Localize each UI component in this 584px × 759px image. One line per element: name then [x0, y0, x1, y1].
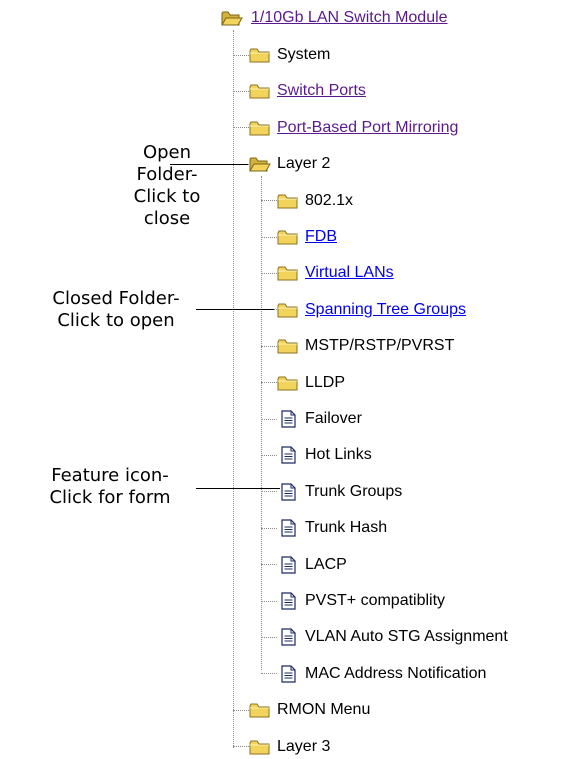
- tree-branch-line: [233, 127, 249, 129]
- tree-item-trunk-hash[interactable]: Trunk Hash: [261, 516, 387, 540]
- document-icon[interactable]: [277, 483, 299, 501]
- tree-branch-line: [233, 746, 249, 748]
- tree-item-label[interactable]: 802.1x: [305, 192, 353, 210]
- tree-item-trunk-groups[interactable]: Trunk Groups: [261, 480, 402, 504]
- callout-feature-icon-line2: Click for form: [49, 487, 171, 508]
- folder-icon[interactable]: [249, 738, 271, 756]
- tree-item-label[interactable]: FDB: [305, 228, 337, 246]
- callout-open-folder-pointer: [170, 164, 248, 165]
- document-icon[interactable]: [277, 555, 299, 574]
- tree-item-lacp[interactable]: LACP: [261, 553, 347, 577]
- tree-item-label[interactable]: System: [277, 46, 330, 64]
- folder-icon[interactable]: [277, 374, 299, 392]
- tree-item-mac-address-notification[interactable]: MAC Address Notification: [261, 662, 486, 686]
- tree-branch-line: [261, 491, 277, 493]
- tree-item-label[interactable]: Hot Links: [305, 446, 372, 464]
- tree-item-label[interactable]: Trunk Groups: [305, 483, 402, 501]
- folder-icon[interactable]: [277, 228, 299, 246]
- tree-item-rmon-menu[interactable]: RMON Menu: [233, 698, 370, 722]
- tree-branch-line: [261, 345, 277, 347]
- tree-item-label[interactable]: MAC Address Notification: [305, 665, 486, 683]
- tree-branch-line: [261, 454, 277, 456]
- callout-feature-icon-line1: Feature icon-: [51, 465, 169, 486]
- callout-feature-icon-pointer: [196, 488, 280, 489]
- folder-icon[interactable]: [249, 82, 271, 100]
- tree-item-label[interactable]: Virtual LANs: [305, 264, 394, 282]
- tree-branch-line: [261, 236, 277, 238]
- tree-item-port-based-port-mirroring[interactable]: Port-Based Port Mirroring: [233, 116, 458, 140]
- tree-root-label[interactable]: 1/10Gb LAN Switch Module: [251, 9, 448, 27]
- callout-open-folder: Open Folder- Click to close: [116, 142, 218, 230]
- tree-item-label[interactable]: VLAN Auto STG Assignment: [305, 628, 508, 646]
- callout-closed-folder-line2: Click to open: [57, 310, 175, 331]
- tree-item-802-1x[interactable]: 802.1x: [261, 189, 353, 213]
- folder-icon[interactable]: [249, 46, 271, 64]
- folder-icon[interactable]: [277, 301, 299, 319]
- document-icon[interactable]: [277, 446, 299, 464]
- folder-icon[interactable]: [277, 192, 299, 210]
- tree-branch-line: [261, 382, 277, 384]
- tree-item-mstp-rstp-pvrst[interactable]: MSTP/RSTP/PVRST: [261, 334, 454, 358]
- folder-icon[interactable]: [249, 701, 271, 719]
- tree-item-failover[interactable]: Failover: [261, 407, 362, 431]
- document-icon[interactable]: [277, 628, 299, 646]
- tree-item-virtual-lans[interactable]: Virtual LANs: [261, 261, 394, 285]
- tree-item-hot-links[interactable]: Hot Links: [261, 443, 372, 467]
- tree-item-label[interactable]: Switch Ports: [277, 82, 366, 100]
- tree-item-label[interactable]: Failover: [305, 410, 362, 428]
- callout-closed-folder-pointer: [196, 309, 274, 310]
- document-icon[interactable]: [277, 665, 299, 683]
- tree-item-label[interactable]: Spanning Tree Groups: [305, 301, 466, 319]
- tree-item-label[interactable]: PVST+ compatiblity: [305, 592, 445, 610]
- tree-item-switch-ports[interactable]: Switch Ports: [233, 79, 366, 103]
- callout-closed-folder: Closed Folder- Click to open: [36, 288, 196, 332]
- tree-branch-line: [233, 54, 249, 56]
- document-icon[interactable]: [277, 410, 299, 428]
- tree-root[interactable]: 1/10Gb LAN Switch Module: [221, 6, 448, 30]
- tree-branch-line: [261, 564, 277, 566]
- callout-feature-icon: Feature icon- Click for form: [30, 465, 190, 509]
- tree-branch-line: [261, 272, 277, 274]
- tree-item-label[interactable]: Trunk Hash: [305, 519, 387, 537]
- tree-branch-line: [261, 636, 277, 638]
- folder-icon[interactable]: [249, 119, 271, 137]
- tree-item-lldp[interactable]: LLDP: [261, 371, 345, 395]
- tree-item-label[interactable]: Port-Based Port Mirroring: [277, 119, 458, 137]
- folder-icon[interactable]: [277, 337, 299, 355]
- tree-branch-line: [261, 418, 277, 420]
- tree-item-label[interactable]: Layer 3: [277, 738, 330, 756]
- document-icon[interactable]: [277, 519, 299, 537]
- callout-closed-folder-line1: Closed Folder-: [52, 288, 180, 309]
- open-folder-icon[interactable]: [249, 155, 271, 173]
- tree-item-label[interactable]: RMON Menu: [277, 701, 370, 719]
- tree-branch-line: [233, 90, 249, 92]
- tree-branch-line: [261, 527, 277, 529]
- document-icon[interactable]: [277, 592, 299, 610]
- open-folder-icon: [221, 11, 243, 26]
- tree-item-pvst-compatiblity[interactable]: PVST+ compatiblity: [261, 589, 445, 613]
- tree-item-fdb[interactable]: FDB: [261, 225, 337, 249]
- tree-branch-line: [261, 600, 277, 602]
- folder-icon[interactable]: [277, 264, 299, 282]
- tree-item-spanning-tree-groups[interactable]: Spanning Tree Groups: [261, 298, 466, 322]
- tree-branch-line: [261, 673, 277, 675]
- tree-item-system[interactable]: System: [233, 43, 330, 67]
- tree-item-vlan-auto-stg-assignment[interactable]: VLAN Auto STG Assignment: [261, 625, 508, 649]
- tree-item-label[interactable]: LACP: [305, 556, 347, 574]
- tree-branch-line: [261, 200, 277, 202]
- tree-item-label[interactable]: MSTP/RSTP/PVRST: [305, 337, 454, 355]
- tree-item-label[interactable]: Layer 2: [277, 155, 330, 173]
- callout-open-folder-line2: Click to close: [133, 186, 201, 229]
- tree-item-label[interactable]: LLDP: [305, 374, 345, 392]
- tree-branch-line: [233, 709, 249, 711]
